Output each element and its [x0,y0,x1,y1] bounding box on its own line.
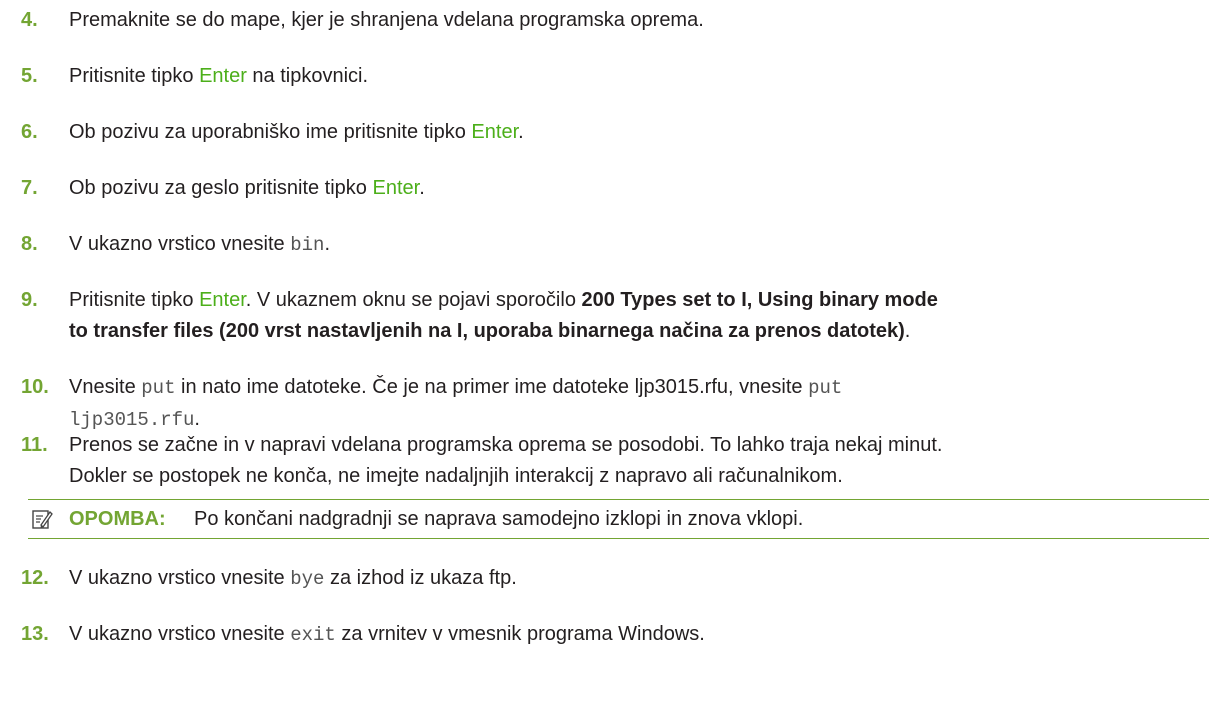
step-text: Ob pozivu za geslo pritisnite tipko [69,177,373,199]
note-label: OPOMBA: [69,508,166,530]
enter-key-term: Enter [471,121,519,143]
step-text: . [419,177,425,199]
step-text: Vnesite [69,376,142,398]
step-text: in nato ime datoteke. Če je na primer im… [175,376,809,398]
step-7: 7. Ob pozivu za geslo pritisnite tipko E… [21,173,1211,204]
step-number: 7. [21,177,38,199]
step-5: 5. Pritisnite tipko Enter na tipkovnici. [21,61,1211,92]
step-13: 13. V ukazno vrstico vnesite exit za vrn… [21,619,1211,651]
enter-key-term: Enter [372,177,420,199]
step-12: 12. V ukazno vrstico vnesite bye za izho… [21,563,1211,595]
message-bold: to transfer files (200 vrst nastavljenih… [69,320,905,342]
note-box: OPOMBA: Po končani nadgradnji se naprava… [28,499,1209,539]
step-6: 6. Ob pozivu za uporabniško ime pritisni… [21,117,1211,148]
note-pencil-icon [32,510,53,529]
step-text: Ob pozivu za uporabniško ime pritisnite … [69,121,472,143]
command-code: exit [290,624,336,646]
step-text: za vrnitev v vmesnik programa Windows. [335,623,705,645]
enter-key-term: Enter [199,65,247,87]
step-number: 6. [21,121,38,143]
step-text: za izhod iz ukaza ftp. [324,567,517,589]
note-text: Po končani nadgradnji se naprava samodej… [194,508,804,530]
step-text: . [194,408,200,430]
step-text: na tipkovnici. [246,65,369,87]
step-text: . V ukaznem oknu se pojavi sporočilo [245,289,582,311]
step-text: . [324,233,330,255]
step-number: 13. [21,623,49,645]
step-text: V ukazno vrstico vnesite [69,233,291,255]
message-bold: 200 Types set to I, Using binary mode [581,289,938,311]
step-number: 10. [21,376,49,398]
step-number: 9. [21,289,38,311]
step-number: 11. [21,434,48,456]
command-code: ljp3015.rfu [69,409,195,431]
step-text: V ukazno vrstico vnesite [69,623,291,645]
step-number: 4. [21,9,38,31]
step-text: Dokler se postopek ne konča, ne imejte n… [69,465,843,487]
enter-key-term: Enter [199,289,246,311]
step-text: Premaknite se do mape, kjer je shranjena… [69,9,704,31]
command-code: bye [290,568,325,590]
step-text: Pritisnite tipko [69,65,200,87]
step-4: 4. Premaknite se do mape, kjer je shranj… [21,5,1211,36]
step-10: 10. Vnesite put in nato ime datoteke. Če… [21,372,1211,436]
step-number: 12. [21,567,49,589]
step-8: 8. V ukazno vrstico vnesite bin. [21,229,1211,261]
step-number: 5. [21,65,38,87]
command-code: put [808,377,843,399]
step-11: 11. Prenos se začne in v napravi vdelana… [21,430,1211,492]
step-text: Prenos se začne in v napravi vdelana pro… [69,434,943,456]
step-number: 8. [21,233,38,255]
step-text: . [904,320,911,342]
step-text: . [518,121,524,143]
command-code: bin [290,234,325,256]
step-text: V ukazno vrstico vnesite [69,567,291,589]
step-text: Pritisnite tipko [69,289,200,311]
document-page: 4. Premaknite se do mape, kjer je shranj… [0,0,1223,702]
step-9: 9. Pritisnite tipko Enter. V ukaznem okn… [21,285,1211,347]
command-code: put [141,377,176,399]
